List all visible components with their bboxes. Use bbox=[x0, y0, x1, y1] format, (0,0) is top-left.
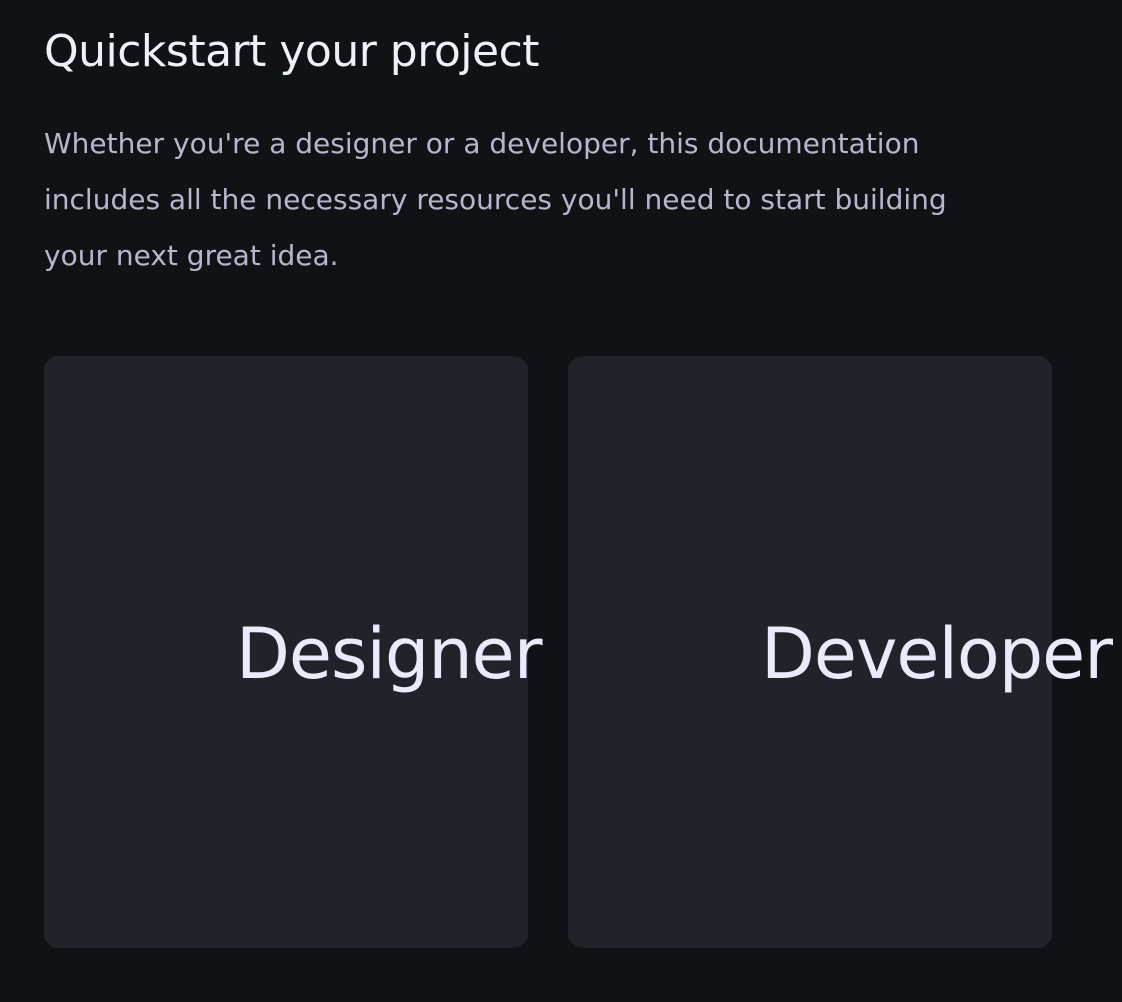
intro-line: Whether you're a designer or a developer… bbox=[44, 127, 920, 160]
intro-line: your next great idea. bbox=[44, 239, 339, 272]
intro-line: includes all the necessary resources you… bbox=[44, 183, 947, 216]
designer-card-label[interactable]: Designer bbox=[236, 612, 543, 696]
page-title: Quickstart your project bbox=[44, 26, 540, 77]
developer-card-label[interactable]: Developer bbox=[761, 612, 1113, 696]
intro-text: Whether you're a designer or a developer… bbox=[44, 116, 1044, 284]
